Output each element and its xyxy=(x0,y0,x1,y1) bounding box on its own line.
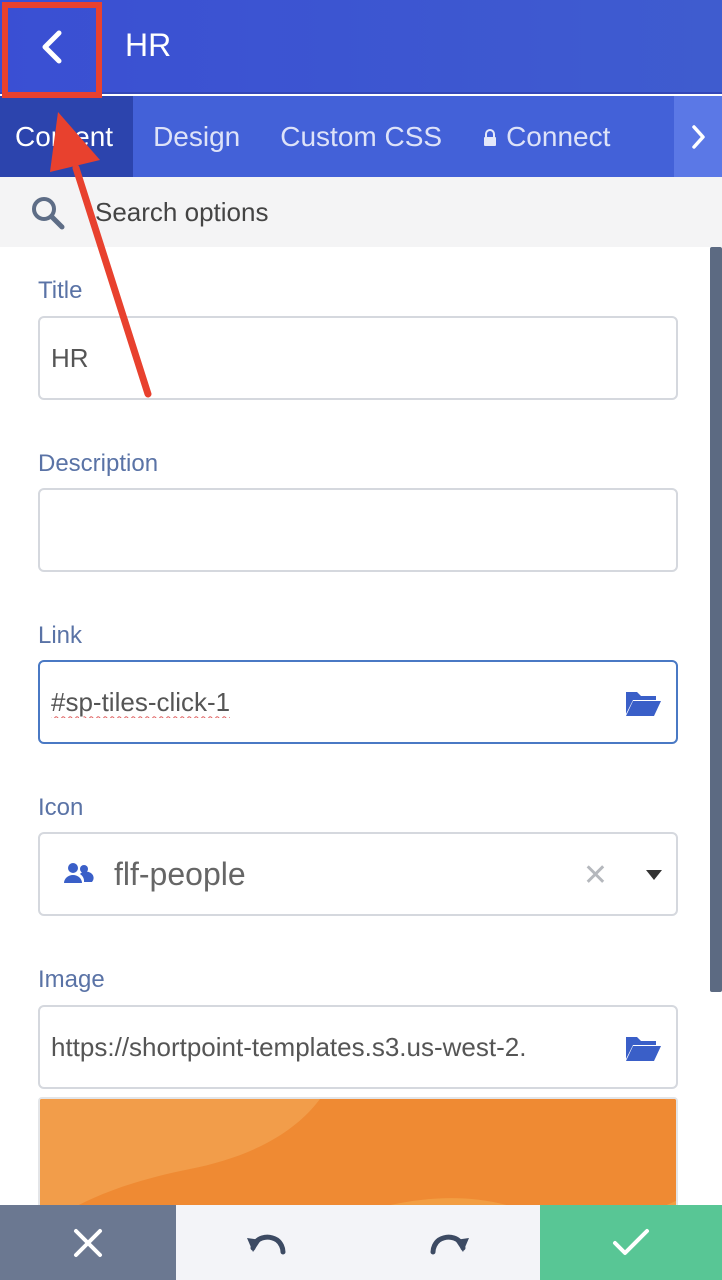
link-label: Link xyxy=(38,622,83,649)
title-field[interactable]: HR xyxy=(38,316,678,400)
tab-bar: Content Design Custom CSS Connect xyxy=(0,96,722,177)
redo-button[interactable] xyxy=(358,1205,540,1280)
confirm-button[interactable] xyxy=(540,1205,722,1280)
close-icon xyxy=(74,1228,102,1257)
image-preview-graphic xyxy=(40,1099,676,1205)
image-preview xyxy=(38,1097,678,1205)
people-icon xyxy=(64,863,94,883)
search-bar xyxy=(0,177,722,247)
tab-connect[interactable]: Connect xyxy=(462,96,630,177)
redo-icon xyxy=(430,1234,469,1254)
tab-content-label: Content xyxy=(15,121,114,152)
search-input[interactable] xyxy=(95,187,695,237)
icon-label: Icon xyxy=(38,794,84,821)
panel-title: HR xyxy=(125,27,172,63)
title-label: Title xyxy=(38,277,83,304)
description-field[interactable] xyxy=(38,488,678,572)
bottom-action-bar xyxy=(0,1205,722,1280)
tab-custom-css-label: Custom CSS xyxy=(280,121,443,152)
tab-design-label: Design xyxy=(153,121,241,152)
image-url-field[interactable]: https://shortpoint-templates.s3.us-west-… xyxy=(38,1005,678,1089)
tab-design[interactable]: Design xyxy=(133,96,260,177)
icon-select[interactable]: flf-people ✕ xyxy=(38,832,678,916)
search-icon xyxy=(32,197,65,230)
link-field[interactable]: #sp-tiles-click-1 xyxy=(38,660,678,744)
tabs-scroll-right-button[interactable] xyxy=(674,96,722,177)
panel-header: HR xyxy=(0,0,722,94)
folder-open-icon[interactable] xyxy=(624,688,662,718)
tab-connect-label: Connect xyxy=(506,121,611,152)
icon-value: flf-people xyxy=(114,855,246,892)
tab-content[interactable]: Content xyxy=(0,96,134,177)
clear-icon-button[interactable]: ✕ xyxy=(583,858,608,893)
title-value: HR xyxy=(51,342,89,373)
image-label: Image xyxy=(38,966,105,993)
dropdown-caret-icon[interactable] xyxy=(646,870,662,880)
folder-open-icon[interactable] xyxy=(624,1033,662,1063)
link-value: #sp-tiles-click-1 xyxy=(51,686,231,717)
scrollbar[interactable] xyxy=(710,247,722,992)
back-button[interactable] xyxy=(0,0,104,94)
tab-custom-css[interactable]: Custom CSS xyxy=(260,96,462,177)
chevron-left-icon xyxy=(42,30,62,64)
undo-icon xyxy=(247,1234,286,1254)
cancel-button[interactable] xyxy=(0,1205,176,1280)
undo-button[interactable] xyxy=(176,1205,358,1280)
checkmark-icon xyxy=(613,1228,649,1255)
chevron-right-icon xyxy=(692,124,705,149)
options-panel: Title HR Description Link #sp-tiles-clic… xyxy=(0,247,710,1205)
description-label: Description xyxy=(38,450,159,477)
image-url-value: https://shortpoint-templates.s3.us-west-… xyxy=(51,1031,527,1062)
lock-icon xyxy=(484,128,497,146)
